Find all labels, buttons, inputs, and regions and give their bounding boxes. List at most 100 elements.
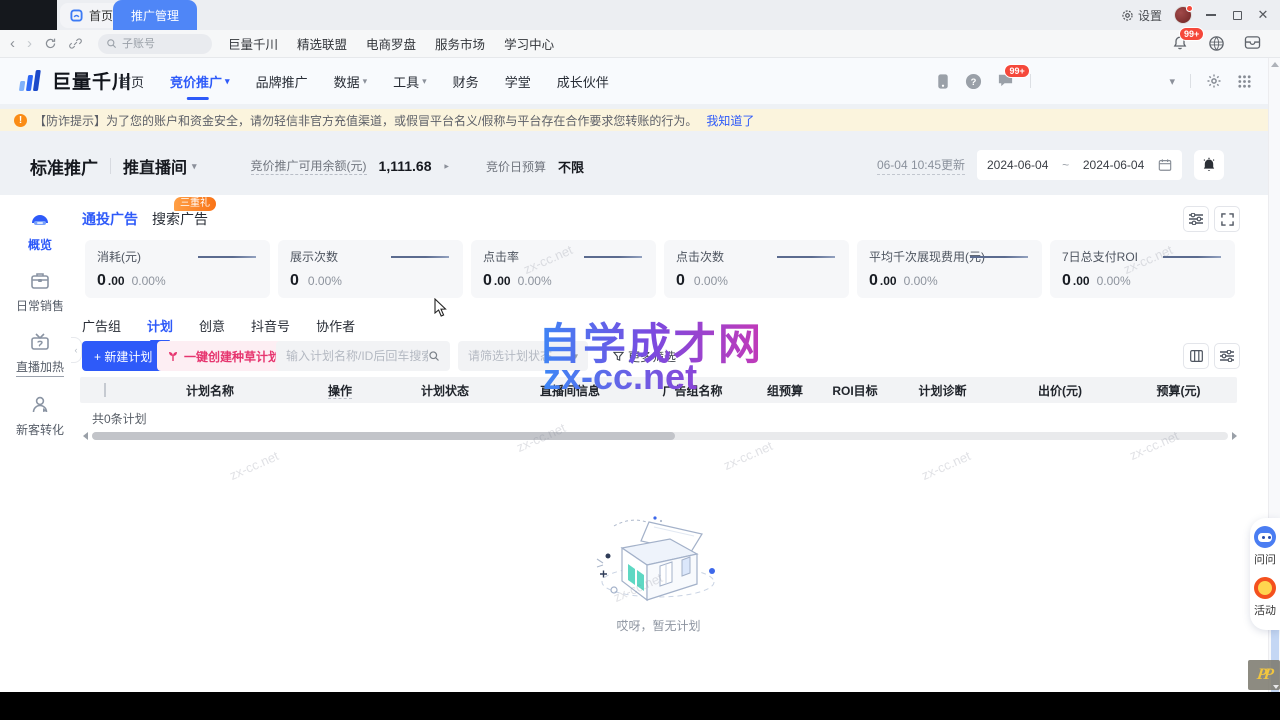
browser-assistant-icon[interactable] bbox=[1208, 35, 1226, 53]
stat-card-ctr[interactable]: 点击率 0.000.00% bbox=[471, 240, 656, 298]
warning-icon: ! bbox=[14, 114, 27, 127]
forward-button[interactable]: › bbox=[27, 36, 32, 51]
fraud-warning-banner: ! 【防诈提示】为了您的账户和资金安全，请勿轻信非官方充值渠道，或假冒平台名义/… bbox=[0, 109, 1268, 131]
refresh-button[interactable] bbox=[44, 37, 57, 50]
sidebar-item-overview[interactable]: 概览 bbox=[28, 209, 52, 253]
activity-label[interactable]: 活动 bbox=[1254, 602, 1276, 618]
sidebar-item-live-heating[interactable]: 直播加热 bbox=[16, 331, 64, 377]
messages-icon[interactable]: 99+ bbox=[997, 72, 1015, 90]
bookmark-link[interactable]: 电商罗盘 bbox=[366, 34, 416, 53]
screen-recorder-logo[interactable]: PP bbox=[1248, 660, 1280, 690]
bookmark-link[interactable]: 服务市场 bbox=[435, 34, 485, 53]
taskbar-black-strip bbox=[0, 692, 1280, 720]
tabstrip-corner bbox=[0, 0, 57, 30]
browser-settings-button[interactable]: 设置 bbox=[1121, 7, 1162, 24]
activity-icon[interactable] bbox=[1254, 577, 1276, 599]
nav-item-brand-promo[interactable]: 品牌推广 bbox=[256, 72, 308, 91]
bookmark-link[interactable]: 精选联盟 bbox=[297, 34, 347, 53]
stat-card-cpm[interactable]: 平均千次展现费用(元) 0.000.00% bbox=[857, 240, 1042, 298]
alert-bell-button[interactable] bbox=[1194, 150, 1224, 180]
nav-item-partner[interactable]: 成长伙伴 bbox=[557, 72, 609, 91]
svg-text:?: ? bbox=[971, 76, 977, 87]
date-range-picker[interactable]: 2024-06-04 ~ 2024-06-04 bbox=[977, 150, 1182, 180]
notifications-bell-button[interactable]: 99+ bbox=[1172, 35, 1190, 53]
table-columns-button[interactable] bbox=[1183, 343, 1209, 369]
nav-item-data[interactable]: 数据▾ bbox=[334, 72, 368, 91]
plan-status-filter[interactable]: ▾ bbox=[458, 341, 588, 371]
vscroll-up-arrow[interactable] bbox=[1271, 62, 1279, 67]
column-ad-group-name: 广告组名称 bbox=[640, 382, 745, 399]
bookmark-link[interactable]: 学习中心 bbox=[504, 34, 554, 53]
page-title: 标准推广 bbox=[30, 154, 98, 179]
nav-item-bidding[interactable]: 竞价推广▾ bbox=[170, 72, 230, 91]
chevron-down-icon: ▾ bbox=[363, 76, 368, 87]
nav-item-tools[interactable]: 工具▾ bbox=[393, 72, 427, 91]
column-budget: 预算(元) bbox=[1120, 382, 1237, 399]
nav-item-finance[interactable]: 财务 bbox=[453, 72, 479, 91]
hscroll-right-arrow[interactable] bbox=[1232, 432, 1237, 440]
sidebar-item-label: 日常销售 bbox=[16, 297, 64, 314]
help-icon[interactable]: ? bbox=[965, 73, 982, 90]
table-settings-button[interactable] bbox=[1214, 343, 1240, 369]
tab-plans[interactable]: 计划 bbox=[147, 316, 173, 342]
search-icon[interactable] bbox=[428, 350, 440, 362]
tab-douyin-account[interactable]: 抖音号 bbox=[251, 316, 290, 342]
stat-card-roi[interactable]: 7日总支付ROI 0.000.00% bbox=[1050, 240, 1235, 298]
minimize-button[interactable] bbox=[1204, 8, 1218, 22]
ai-assistant-icon[interactable] bbox=[1254, 526, 1276, 548]
sidebar-item-daily-sales[interactable]: 日常销售 bbox=[16, 270, 64, 314]
nav-item-academy[interactable]: 学堂 bbox=[505, 72, 531, 91]
plan-status-input[interactable] bbox=[468, 349, 573, 363]
minimize-icon bbox=[1206, 14, 1216, 16]
plan-search-box[interactable] bbox=[276, 341, 450, 371]
maximize-button[interactable] bbox=[1230, 8, 1244, 22]
browser-tab-active[interactable]: 推广管理 bbox=[113, 0, 197, 30]
apps-grid-icon[interactable] bbox=[1237, 74, 1252, 89]
plan-count-summary: 共0条计划 bbox=[92, 410, 147, 427]
browser-search-box[interactable] bbox=[98, 34, 212, 54]
navbar-right: ? 99+ ▾ bbox=[936, 58, 1252, 104]
chevron-down-icon: ▾ bbox=[225, 76, 230, 87]
browser-search-input[interactable] bbox=[122, 38, 192, 50]
tab-ad-groups[interactable]: 广告组 bbox=[82, 316, 121, 342]
new-plan-button[interactable]: + 新建计划 bbox=[82, 341, 164, 371]
link-icon[interactable] bbox=[69, 37, 82, 50]
entity-tabs: 广告组 计划 创意 抖音号 协作者 bbox=[82, 316, 355, 342]
back-button[interactable]: ‹ bbox=[10, 36, 15, 51]
avatar[interactable] bbox=[1174, 6, 1192, 24]
seed-plan-button[interactable]: 一键创建种草计划 bbox=[157, 341, 290, 371]
stat-card-cost[interactable]: 消耗(元) 0.000.00% bbox=[85, 240, 270, 298]
browser-window: 首页 推广管理 设置 ✕ ‹ › bbox=[0, 0, 1280, 692]
sidebar-item-new-customer[interactable]: 新客转化 bbox=[16, 394, 64, 438]
hscroll-thumb[interactable] bbox=[92, 432, 675, 440]
chart-settings-button[interactable] bbox=[1183, 206, 1209, 232]
sidebar-collapse-handle[interactable]: ‹ bbox=[71, 337, 82, 363]
sparkline bbox=[970, 256, 1028, 258]
stat-card-impressions[interactable]: 展示次数 00.00% bbox=[278, 240, 463, 298]
chevron-right-icon[interactable]: ▾ bbox=[440, 164, 451, 169]
tab-creatives[interactable]: 创意 bbox=[199, 316, 225, 342]
banner-acknowledge-link[interactable]: 我知道了 bbox=[706, 112, 754, 129]
tab-search-ads[interactable]: 搜索广告 bbox=[152, 209, 208, 229]
plan-search-input[interactable] bbox=[286, 349, 428, 363]
account-dropdown[interactable]: ▾ bbox=[1169, 75, 1175, 88]
settings-gear-icon[interactable] bbox=[1206, 73, 1222, 89]
nav-item-home[interactable]: 首页 bbox=[118, 72, 144, 91]
bookmark-link[interactable]: 巨量千川 bbox=[228, 34, 278, 53]
horizontal-scrollbar[interactable] bbox=[92, 432, 1228, 440]
ai-assistant-label[interactable]: 问问 bbox=[1254, 551, 1276, 567]
hscroll-left-arrow[interactable] bbox=[83, 432, 88, 440]
tab-collaborators[interactable]: 协作者 bbox=[316, 316, 355, 342]
mobile-app-icon[interactable] bbox=[936, 73, 950, 90]
tab-universal-ads[interactable]: 通投广告 bbox=[82, 209, 138, 229]
close-button[interactable]: ✕ bbox=[1256, 8, 1270, 22]
scene-selector[interactable]: 推直播间▾ bbox=[123, 154, 197, 178]
workspace-icon[interactable] bbox=[1244, 35, 1262, 53]
fullscreen-button[interactable] bbox=[1214, 206, 1240, 232]
brand[interactable]: 巨量千川 bbox=[18, 67, 132, 94]
search-ads-gift-badge: 三重礼 bbox=[174, 197, 216, 211]
select-all-checkbox[interactable] bbox=[80, 383, 130, 397]
more-filters-button[interactable]: 更多筛选 bbox=[613, 348, 676, 365]
sidebar-item-label: 新客转化 bbox=[16, 421, 64, 438]
stat-card-clicks[interactable]: 点击次数 00.00% bbox=[664, 240, 849, 298]
